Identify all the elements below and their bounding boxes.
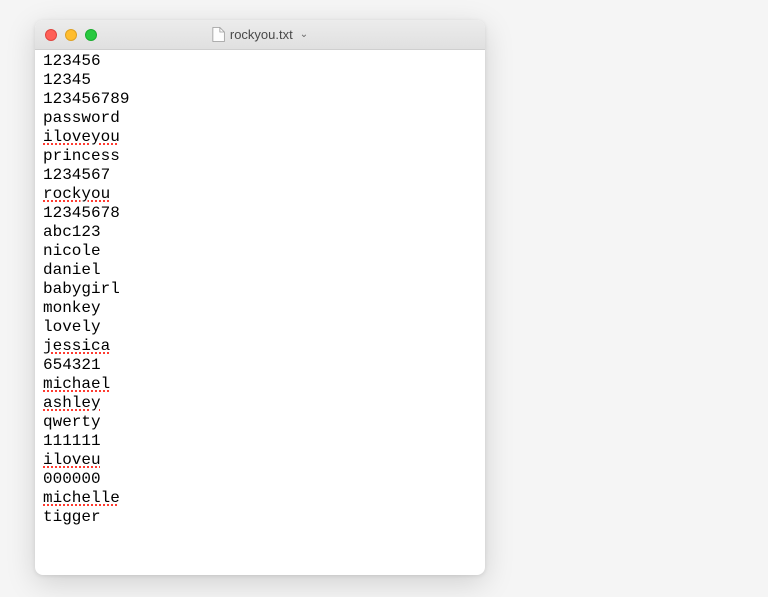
text-content[interactable]: 12345612345123456789passwordiloveyouprin… (35, 50, 485, 575)
misspelled-word: iloveu (43, 451, 101, 469)
text-line: iloveu (43, 451, 477, 470)
misspelled-word: rockyou (43, 185, 110, 203)
window-title: rockyou.txt (230, 27, 293, 42)
text-line: ashley (43, 394, 477, 413)
zoom-button[interactable] (85, 29, 97, 41)
text-line: daniel (43, 261, 477, 280)
text-line: jessica (43, 337, 477, 356)
document-icon (212, 27, 225, 42)
text-line: 123456 (43, 52, 477, 71)
misspelled-word: iloveyou (43, 128, 120, 146)
text-line: 111111 (43, 432, 477, 451)
text-line: lovely (43, 318, 477, 337)
text-line: 000000 (43, 470, 477, 489)
text-line: monkey (43, 299, 477, 318)
text-line: password (43, 109, 477, 128)
text-line: michael (43, 375, 477, 394)
text-line: abc123 (43, 223, 477, 242)
text-line: rockyou (43, 185, 477, 204)
text-line: 1234567 (43, 166, 477, 185)
misspelled-word: michelle (43, 489, 120, 507)
minimize-button[interactable] (65, 29, 77, 41)
misspelled-word: jessica (43, 337, 110, 355)
text-editor-window: rockyou.txt ⌄ 12345612345123456789passwo… (35, 20, 485, 575)
text-line: iloveyou (43, 128, 477, 147)
text-line: tigger (43, 508, 477, 527)
text-line: babygirl (43, 280, 477, 299)
close-button[interactable] (45, 29, 57, 41)
misspelled-word: michael (43, 375, 110, 393)
chevron-down-icon[interactable]: ⌄ (300, 29, 308, 40)
traffic-lights (45, 29, 97, 41)
misspelled-word: ashley (43, 394, 101, 412)
text-line: nicole (43, 242, 477, 261)
window-title-container[interactable]: rockyou.txt ⌄ (212, 27, 308, 42)
text-line: qwerty (43, 413, 477, 432)
text-line: 12345 (43, 71, 477, 90)
titlebar[interactable]: rockyou.txt ⌄ (35, 20, 485, 50)
text-line: 654321 (43, 356, 477, 375)
text-line: michelle (43, 489, 477, 508)
text-line: 123456789 (43, 90, 477, 109)
text-line: princess (43, 147, 477, 166)
text-line: 12345678 (43, 204, 477, 223)
